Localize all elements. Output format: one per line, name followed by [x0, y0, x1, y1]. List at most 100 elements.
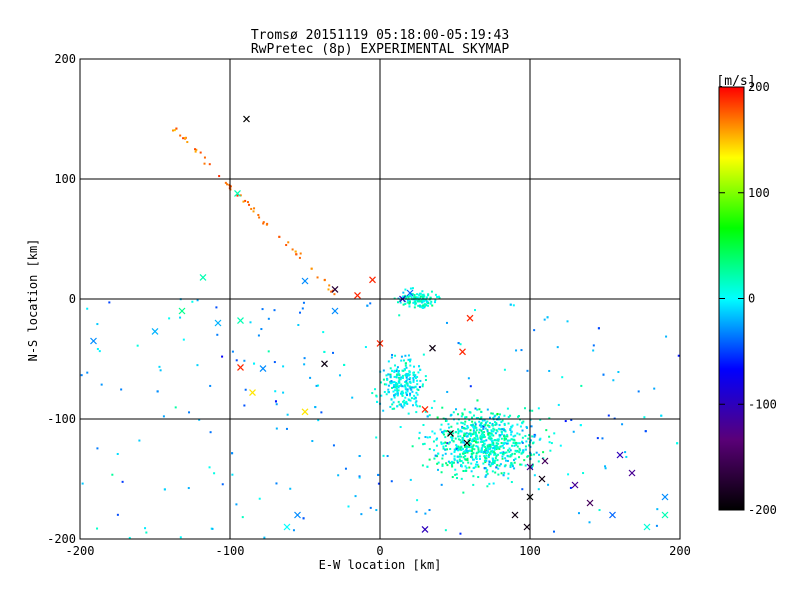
scatter-dot: [522, 449, 525, 452]
scatter-dot: [596, 437, 599, 440]
cross-marker: [421, 525, 429, 533]
scatter-dot: [468, 432, 471, 435]
scatter-dot: [294, 250, 297, 253]
scatter-dot: [660, 414, 663, 417]
scatter-dot: [231, 452, 234, 455]
scatter-dot: [485, 470, 488, 473]
scatter-dot: [512, 441, 515, 444]
scatter-dot: [465, 435, 468, 438]
scatter-dot: [400, 359, 403, 362]
colorbar-tick-label: -200: [748, 503, 777, 517]
scatter-dot: [285, 244, 288, 247]
scatter-dot: [316, 276, 319, 279]
x-axis-label: E-W location [km]: [319, 558, 442, 572]
scatter-dot: [494, 459, 497, 462]
scatter-dot: [397, 389, 400, 392]
scatter-dot: [507, 422, 510, 425]
scatter-dot: [452, 411, 455, 414]
scatter-dot: [417, 388, 420, 391]
scatter-dot: [418, 386, 421, 389]
scatter-dot: [485, 447, 488, 450]
scatter-dot: [376, 400, 379, 403]
scatter-dot: [404, 302, 407, 305]
scatter-dot: [86, 307, 89, 310]
scatter-dot: [498, 413, 501, 416]
scatter-dot: [553, 530, 556, 533]
scatter-dot: [419, 379, 422, 382]
scatter-dot: [216, 333, 219, 336]
scatter-dot: [446, 390, 449, 393]
scatter-dot: [395, 382, 398, 385]
scatter-dot: [414, 385, 417, 388]
scatter-dot: [209, 384, 212, 387]
scatter-dot: [484, 445, 487, 448]
scatter-dot: [428, 458, 431, 461]
scatter-dot: [392, 386, 395, 389]
scatter-dot: [518, 442, 521, 445]
scatter-dot: [484, 423, 487, 426]
scatter-dot: [503, 465, 506, 468]
scatter-dot: [96, 447, 99, 450]
scatter-dot: [393, 396, 396, 399]
scatter-dot: [203, 156, 206, 159]
scatter-dot: [396, 405, 399, 408]
scatter-dot: [515, 450, 518, 453]
scatter-dot: [421, 295, 424, 298]
scatter-dot: [416, 379, 419, 382]
scatter-dot: [401, 374, 404, 377]
scatter-dot: [472, 414, 475, 417]
scatter-dot: [411, 445, 414, 448]
scatter-dot: [297, 323, 300, 326]
scatter-dot: [444, 452, 447, 455]
scatter-dot: [559, 444, 562, 447]
scatter-dot: [497, 427, 500, 430]
scatter-dot: [460, 465, 463, 468]
scatter-dot: [390, 356, 393, 359]
scatter-dot: [480, 421, 483, 424]
scatter-dot: [407, 398, 410, 401]
scatter-dot: [483, 419, 486, 422]
scatter-dot: [414, 300, 417, 303]
scatter-dot: [525, 440, 528, 443]
scatter-dot: [516, 432, 519, 435]
scatter-dot: [453, 457, 456, 460]
scatter-dot: [469, 443, 472, 446]
scatter-dot: [469, 429, 472, 432]
scatter-dot: [402, 291, 405, 294]
scatter-dot: [315, 384, 318, 387]
scatter-dot: [493, 453, 496, 456]
scatter-dot: [411, 390, 414, 393]
scatter-dot: [429, 302, 432, 305]
scatter-dot: [410, 296, 413, 299]
scatter-dot: [179, 134, 182, 137]
scatter-dot: [428, 509, 431, 512]
scatter-dot: [473, 309, 476, 312]
scatter-dot: [475, 455, 478, 458]
cross-marker: [321, 360, 328, 368]
scatter-dot: [397, 385, 400, 388]
scatter-dot: [421, 306, 424, 309]
colorbar-tick-label: 200: [748, 80, 770, 94]
scatter-dot: [252, 210, 255, 213]
scatter-dot: [483, 455, 486, 458]
scatter-dot: [492, 427, 495, 430]
cross-marker: [643, 523, 651, 531]
cross-marker: [90, 337, 97, 345]
scatter-dot: [187, 487, 190, 490]
scatter-dot: [506, 435, 509, 438]
scatter-dot: [483, 435, 486, 438]
scatter-dot: [526, 455, 529, 458]
scatter-dot: [424, 435, 427, 438]
scatter-dot: [495, 429, 498, 432]
scatter-dot: [100, 383, 103, 386]
scatter-dot: [469, 434, 472, 437]
scatter-dot: [407, 374, 410, 377]
scatter-dot: [464, 420, 467, 423]
scatter-dot: [458, 430, 461, 433]
scatter-dot: [477, 465, 480, 468]
scatter-dot: [310, 267, 313, 270]
scatter-dot: [402, 359, 405, 362]
scatter-dot: [409, 376, 412, 379]
scatter-dot: [567, 473, 570, 476]
scatter-dot: [194, 150, 197, 153]
